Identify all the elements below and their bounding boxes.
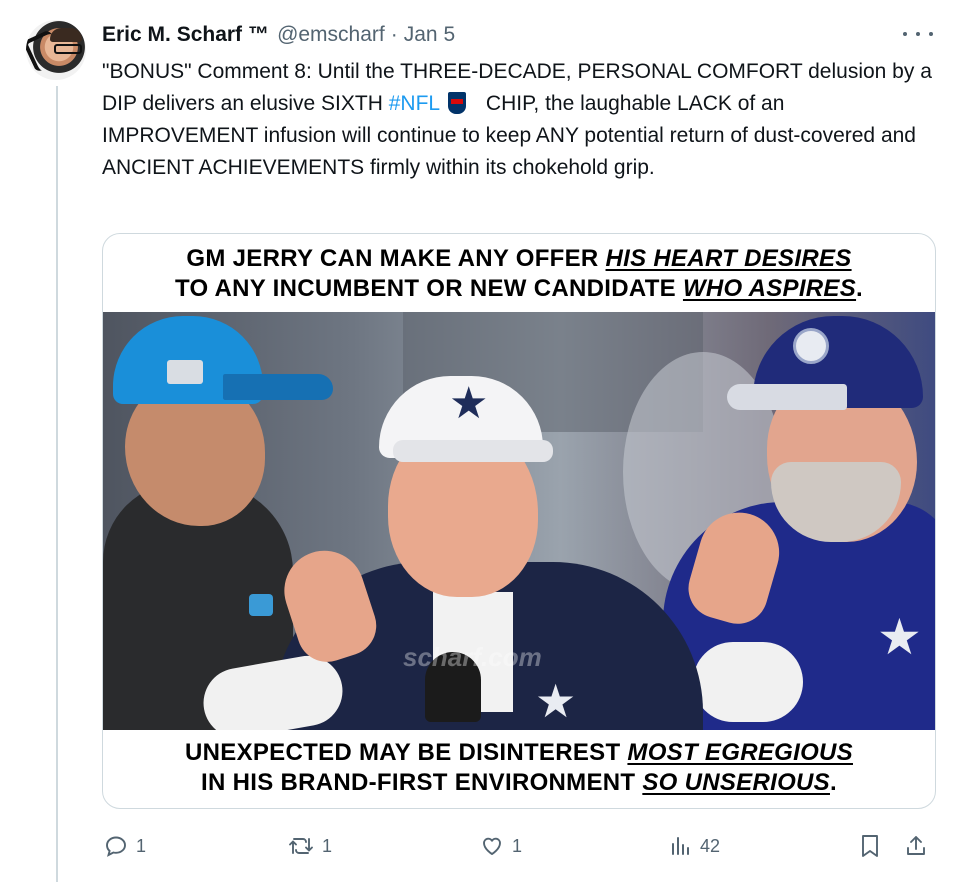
separator-dot: · xyxy=(390,23,398,46)
center-person-cap-brim xyxy=(393,440,553,462)
photo-collage: ★ ★ ★ scharf.com xyxy=(103,312,935,730)
top-caption: GM JERRY CAN MAKE ANY OFFER HIS HEART DE… xyxy=(103,244,935,304)
bottom-caption-line1: UNEXPECTED MAY BE DISINTEREST xyxy=(185,739,628,766)
reply-button[interactable]: 1 xyxy=(104,830,146,862)
cap-star-icon: ★ xyxy=(449,378,489,429)
nfc-logo-icon xyxy=(167,360,203,384)
share-icon xyxy=(904,833,928,859)
like-count: 1 xyxy=(512,835,523,856)
hashtag-link[interactable]: #NFL xyxy=(389,92,440,115)
top-caption-line2-emphasis: WHO ASPIRES xyxy=(682,275,857,302)
repost-count: 1 xyxy=(322,835,333,856)
repost-button[interactable]: 1 xyxy=(288,830,332,862)
bookmark-icon xyxy=(858,833,882,859)
bottom-caption-line2: IN HIS BRAND-FIRST ENVIRONMENT xyxy=(201,769,643,796)
avatar[interactable] xyxy=(26,20,86,80)
trademark-symbol: ™ xyxy=(248,23,270,46)
right-person-cap-brim xyxy=(727,384,847,410)
left-person-cap-brim xyxy=(223,374,333,400)
bookmark-button[interactable] xyxy=(858,830,890,862)
tweet-image[interactable]: GM JERRY CAN MAKE ANY OFFER HIS HEART DE… xyxy=(102,233,936,809)
author-name[interactable]: Eric M. Scharf xyxy=(102,23,242,47)
like-button[interactable]: 1 xyxy=(480,830,522,862)
thread-line xyxy=(56,86,58,882)
views-icon xyxy=(668,834,692,858)
reply-icon xyxy=(104,834,128,858)
image-watermark: scharf.com xyxy=(403,642,542,672)
bottom-caption-period: . xyxy=(829,769,837,796)
tweet-header: Eric M. Scharf ™ @emscharf · Jan 5 xyxy=(102,20,455,50)
author-handle[interactable]: @emscharf xyxy=(277,23,385,47)
jacket-star-icon: ★ xyxy=(535,674,577,728)
more-icon[interactable] xyxy=(903,24,933,44)
top-caption-line1-emphasis: HIS HEART DESIRES xyxy=(605,245,852,272)
reply-count: 1 xyxy=(136,835,147,856)
nfl-shield-icon xyxy=(448,92,467,114)
avatar-hair xyxy=(50,28,82,42)
heart-icon xyxy=(480,834,504,858)
bottom-caption-line2-emphasis: SO UNSERIOUS xyxy=(642,769,830,796)
top-caption-line2: TO ANY INCUMBENT OR NEW CANDIDATE xyxy=(174,275,683,302)
top-caption-period: . xyxy=(856,275,864,302)
views-button[interactable]: 42 xyxy=(668,830,720,862)
bottom-caption: UNEXPECTED MAY BE DISINTEREST MOST EGREG… xyxy=(103,738,935,798)
tweet-text: "BONUS" Comment 8: Until the THREE-DECAD… xyxy=(102,56,932,184)
cowboys-star-icon: ★ xyxy=(877,608,922,666)
view-count: 42 xyxy=(700,835,721,856)
repost-icon xyxy=(288,834,314,858)
share-button[interactable] xyxy=(904,830,936,862)
center-person-right-sleeve xyxy=(693,642,803,722)
top-caption-line1: GM JERRY CAN MAKE ANY OFFER xyxy=(186,245,606,272)
bottom-caption-line1-emphasis: MOST EGREGIOUS xyxy=(627,739,853,766)
cap-badge-icon xyxy=(793,328,829,364)
avatar-glasses xyxy=(54,44,82,54)
tweet-date[interactable]: Jan 5 xyxy=(404,23,455,47)
lions-logo-icon xyxy=(249,594,273,616)
tweet-actions: 1 1 1 42 xyxy=(102,830,934,862)
